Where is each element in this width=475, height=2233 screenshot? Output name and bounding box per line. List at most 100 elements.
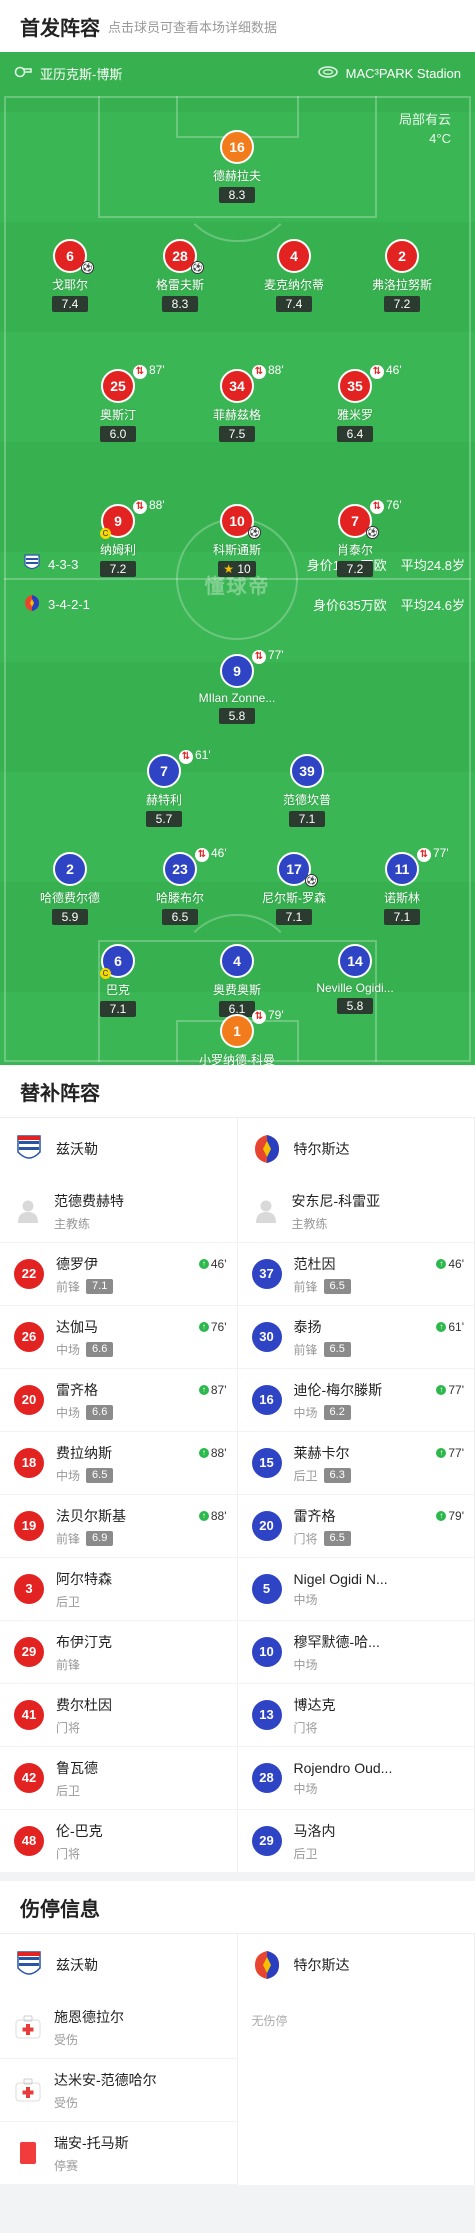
sub-player-number: 41 xyxy=(14,1700,44,1730)
player-rating-value: 7.4 xyxy=(285,297,303,311)
pitch-player[interactable]: 17 ⚽ 尼尔斯-罗森 7.1 xyxy=(239,852,349,926)
injury-columns: 施恩德拉尔 受伤 达米安-范德哈尔 受伤 瑞安-托马斯 停赛 无伤停 xyxy=(0,1996,475,2185)
player-number: 25 xyxy=(101,369,135,403)
sub-player-row[interactable]: 19 法贝尔斯基 前锋 6.9 ↑ 88' xyxy=(0,1495,237,1558)
pitch-info-bar: 亚历克斯-博斯 MAC³PARK Stadion xyxy=(14,60,461,86)
player-rating: 6.5 xyxy=(162,909,198,925)
pitch-player[interactable]: 39 范德坎普 7.1 xyxy=(252,754,362,828)
sub-player-rating: 6.5 xyxy=(86,1467,114,1483)
pitch-player[interactable]: 4 奥费奥斯 6.1 xyxy=(182,944,292,1018)
injury-home-team[interactable]: 兹沃勒 xyxy=(0,1934,238,1996)
home-team-crest-icon xyxy=(14,1950,44,1980)
sub-in-minute: 77' xyxy=(448,1446,464,1460)
sub-player-row[interactable]: 16 迪伦-梅尔滕斯 中场 6.2 ↑ 77' xyxy=(237,1369,474,1432)
pitch-player[interactable]: 4 麦克纳尔蒂 7.4 xyxy=(239,239,349,313)
player-name: 雅米罗 xyxy=(336,408,373,422)
player-rating-value: 7.2 xyxy=(346,562,364,576)
sub-player-row[interactable]: 28 Rojendro Oud... 中场 xyxy=(237,1747,474,1810)
player-number: 23 xyxy=(163,852,197,886)
pitch-player[interactable]: 7 ⇅ 76' ⚽ 肖泰尔 7.2 xyxy=(300,498,410,578)
sub-player-row[interactable]: 15 莱赫卡尔 后卫 6.3 ↑ 77' xyxy=(237,1432,474,1495)
pitch-player[interactable]: 10 ⚽ 科斯通斯 ★ 10 xyxy=(182,504,292,578)
sub-player-row[interactable]: 10 穆罕默德-哈... 中场 xyxy=(237,1621,474,1684)
pitch-player[interactable]: 2 弗洛拉努斯 7.2 xyxy=(347,239,457,313)
sub-player-row[interactable]: 48 伦-巴克 门将 xyxy=(0,1810,237,1873)
player-number: 11 xyxy=(385,852,419,886)
sub-player-name: Rojendro Oud... xyxy=(293,1759,393,1776)
pitch-player[interactable]: 9 ⇅ 88' C 纳姆利 7.2 xyxy=(63,498,173,578)
sub-player-name: 迪伦-梅尔滕斯 xyxy=(293,1381,383,1398)
pitch-player[interactable]: 7 ⇅ 61' 赫特利 5.7 xyxy=(109,748,219,828)
pitch-player[interactable]: 1⇅79'小罗纳德-科曼7.3 xyxy=(182,1008,292,1065)
pitch-player[interactable]: 6 ⚽ 戈耶尔 7.4 xyxy=(15,239,125,313)
sub-player-row[interactable]: 5 Nigel Ogidi N... 中场 xyxy=(237,1558,474,1621)
injury-home-team-name: 兹沃勒 xyxy=(56,1957,98,1973)
player-rating: 7.4 xyxy=(52,296,88,312)
sub-player-rating: 6.3 xyxy=(323,1467,351,1483)
player-rating-value: 7.1 xyxy=(393,910,411,924)
sub-in-minute: 61' xyxy=(448,1320,464,1334)
pitch-player[interactable]: 14 Neville Ogidi... 5.8 xyxy=(300,944,410,1015)
sub-player-row[interactable]: 29 布伊汀克 前锋 xyxy=(0,1621,237,1684)
home-team-badge-icon xyxy=(24,553,40,575)
subs-home-team[interactable]: 兹沃勒 xyxy=(0,1118,238,1180)
injury-row[interactable]: 瑞安-托马斯 停赛 xyxy=(0,2122,237,2185)
player-rating-value: 6.4 xyxy=(346,427,364,441)
sub-player-row[interactable]: 20 雷齐格 门将 6.5 ↑ 79' xyxy=(237,1495,474,1558)
substitution-out-icon: ⇅ xyxy=(195,848,209,862)
sub-player-row[interactable]: 29 马洛内 后卫 xyxy=(237,1810,474,1873)
sub-player-row[interactable]: 42 鲁瓦德 后卫 xyxy=(0,1747,237,1810)
away-coach-row[interactable]: 安东尼-科雷亚 主教练 xyxy=(237,1180,474,1243)
pitch: 亚历克斯-博斯 MAC³PARK Stadion 局部有云 4°C 懂球帝 4-… xyxy=(0,52,475,1065)
injury-away-team[interactable]: 特尔斯达 xyxy=(238,1934,475,1996)
player-rating-value: 5.9 xyxy=(61,910,79,924)
pitch-player[interactable]: 25 ⇅ 87' 奥斯汀 6.0 xyxy=(63,363,173,443)
sub-player-row[interactable]: 20 雷齐格 中场 6.6 ↑ 87' xyxy=(0,1369,237,1432)
sub-player-number: 29 xyxy=(14,1637,44,1667)
injury-row[interactable]: 施恩德拉尔 受伤 xyxy=(0,1996,237,2059)
pitch-player[interactable]: 35 ⇅ 46' 雅米罗 6.4 xyxy=(300,363,410,443)
player-rating-value: 7.2 xyxy=(393,297,411,311)
sub-player-row[interactable]: 30 泰扬 前锋 6.5 ↑ 61' xyxy=(237,1306,474,1369)
sub-player-row[interactable]: 13 博达克 门将 xyxy=(237,1684,474,1747)
pitch-player[interactable]: 6 C 巴克 7.1 xyxy=(63,944,173,1018)
substitution-minute: 61' xyxy=(195,748,211,762)
sub-player-row[interactable]: 26 达伽马 中场 6.6 ↑ 76' xyxy=(0,1306,237,1369)
sub-player-row[interactable]: 37 范杜因 前锋 6.5 ↑ 46' xyxy=(237,1243,474,1306)
sub-player-position: 后卫 xyxy=(293,1846,318,1861)
pitch-player[interactable]: 28 ⚽ 格雷夫斯 8.3 xyxy=(125,239,235,313)
sub-player-name: 雷齐格 xyxy=(293,1507,336,1524)
sub-player-row[interactable]: 41 费尔杜因 门将 xyxy=(0,1684,237,1747)
weather-info: 局部有云 4°C xyxy=(399,110,451,148)
player-rating-value: 5.7 xyxy=(155,812,173,826)
sub-player-name: 雷齐格 xyxy=(56,1381,98,1398)
injury-row[interactable]: 达米安-范德哈尔 受伤 xyxy=(0,2059,237,2122)
sub-in-minute: 46' xyxy=(210,1257,227,1271)
sub-player-position: 门将 xyxy=(293,1531,318,1546)
pitch-player[interactable]: 9 ⇅ 77' MIlan Zonne... 5.8 xyxy=(182,648,292,725)
sub-player-name: 马洛内 xyxy=(293,1822,336,1839)
pitch-player[interactable]: 16 德赫拉夫 8.3 xyxy=(182,130,292,204)
subs-away-team[interactable]: 特尔斯达 xyxy=(238,1118,475,1180)
pitch-player[interactable]: 11 ⇅ 77' 诺斯林 7.1 xyxy=(347,846,457,926)
sub-player-position: 中场 xyxy=(56,1468,81,1483)
player-name: 菲赫兹格 xyxy=(212,408,261,422)
sub-player-name: 泰扬 xyxy=(293,1318,322,1335)
sub-player-name: 穆罕默德-哈... xyxy=(293,1633,380,1650)
pitch-player[interactable]: 2 哈德费尔德 5.9 xyxy=(15,852,125,926)
injured-player-name: 施恩德拉尔 xyxy=(54,2008,124,2025)
sub-player-position: 中场 xyxy=(56,1405,81,1420)
player-number: 39 xyxy=(290,754,324,788)
sub-player-number: 5 xyxy=(251,1574,282,1604)
pitch-player[interactable]: 23 ⇅ 46' 哈滕布尔 6.5 xyxy=(125,846,235,926)
pitch-player[interactable]: 34 ⇅ 88' 菲赫兹格 7.5 xyxy=(182,363,292,443)
sub-player-name: 范杜因 xyxy=(293,1255,336,1272)
sub-player-row[interactable]: 22 德罗伊 前锋 7.1 ↑ 46' xyxy=(0,1243,237,1306)
sub-player-number: 37 xyxy=(251,1259,282,1289)
player-rating-value: 7.1 xyxy=(285,910,303,924)
sub-player-number: 19 xyxy=(14,1511,44,1541)
sub-player-row[interactable]: 18 费拉纳斯 中场 6.5 ↑ 88' xyxy=(0,1432,237,1495)
home-coach-row[interactable]: 范德费赫特 主教练 xyxy=(0,1180,237,1243)
sub-player-row[interactable]: 3 阿尔特森 后卫 xyxy=(0,1558,237,1621)
player-number: 16 xyxy=(220,130,254,164)
